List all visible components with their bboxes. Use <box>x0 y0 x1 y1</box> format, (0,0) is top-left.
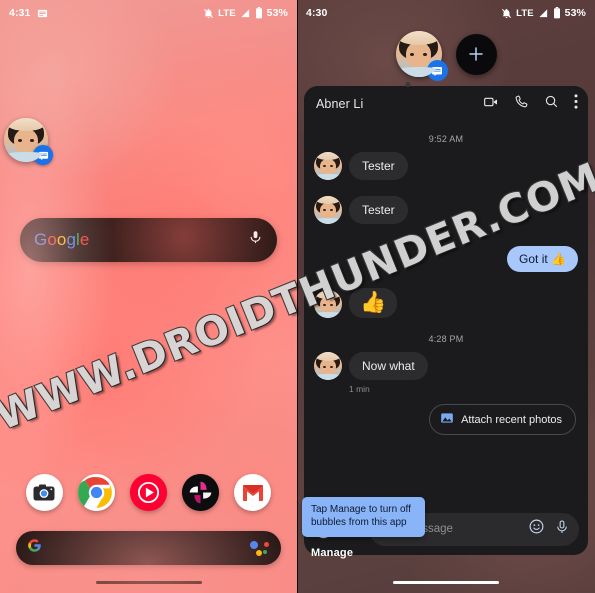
status-bar-right-right-group: LTE 53% <box>501 7 586 19</box>
contact-avatar[interactable] <box>395 31 442 77</box>
manage-button[interactable]: Manage <box>311 547 353 559</box>
floating-chat-bubble[interactable] <box>4 118 53 165</box>
suggestion-chip-label: Attach recent photos <box>461 413 562 426</box>
camera-app-icon[interactable] <box>25 474 63 511</box>
logo-g1: G <box>34 230 48 249</box>
message-bubble-outgoing[interactable]: Got it 👍 <box>507 246 578 272</box>
battery-level-right: 53% <box>564 7 586 19</box>
signal-icon <box>240 8 251 19</box>
message-bubble-incoming[interactable]: Tester <box>349 152 408 180</box>
message-row-4[interactable]: 👍 <box>314 288 578 319</box>
network-label-right: LTE <box>516 7 534 19</box>
active-bubble[interactable] <box>395 31 448 81</box>
status-bar-left-group: 4:31 <box>9 7 48 19</box>
home-screen-panel: 4:31 LTE 53% Google <box>0 0 297 593</box>
chat-header-actions <box>483 94 578 115</box>
avatar <box>314 196 342 224</box>
message-row-5[interactable]: Now what <box>314 352 578 381</box>
overflow-menu-icon[interactable] <box>574 94 578 114</box>
gmail-app-icon[interactable] <box>234 474 272 511</box>
chat-message-list[interactable]: 9:52 AM Tester Tester Got it 👍 👍 4:28 PM <box>304 122 588 509</box>
plus-icon <box>469 47 483 61</box>
message-status: 1 min <box>349 384 370 395</box>
signal-icon <box>538 8 549 19</box>
message-bubble-emoji[interactable]: 👍 <box>349 288 398 319</box>
message-row-2[interactable]: Tester <box>314 196 578 224</box>
status-bar-right-group: LTE 53% <box>203 7 288 19</box>
message-bubble-incoming[interactable]: Now what <box>349 352 428 381</box>
logo-o1: o <box>47 230 57 249</box>
message-row-3[interactable]: Got it 👍 <box>314 246 578 272</box>
photo-attach-icon <box>440 411 454 428</box>
google-search-widget[interactable]: Google <box>20 218 277 262</box>
suggestion-chip-attach-photos[interactable]: Attach recent photos <box>429 404 576 436</box>
bubbles-tooltip: Tap Manage to turn off bubbles from this… <box>302 497 425 537</box>
status-bar-left: 4:31 LTE 53% <box>0 0 297 26</box>
status-time: 4:31 <box>9 7 31 19</box>
status-bar-right: 4:30 LTE 53% <box>297 0 595 26</box>
panel-divider <box>297 0 298 593</box>
timestamp-divider-mid: 4:28 PM <box>428 334 464 345</box>
timestamp-divider-top: 9:52 AM <box>428 134 464 144</box>
logo-e: e <box>79 230 90 249</box>
youtube-music-app-icon[interactable] <box>129 474 167 511</box>
google-logo: Google <box>34 230 89 250</box>
phone-icon[interactable] <box>514 94 529 114</box>
avatar <box>314 152 342 180</box>
network-label: LTE <box>218 7 236 19</box>
message-bubble-incoming[interactable]: Tester <box>349 196 408 224</box>
screenshot-root: 4:31 LTE 53% Google 4:30 LTE 53% Abner L… <box>0 0 595 593</box>
chat-expanded-card: Abner Li 9:52 AM Tester Tester Got it 👍 … <box>304 86 588 555</box>
message-row-1[interactable]: Tester <box>314 152 578 180</box>
chrome-app-icon[interactable] <box>77 474 115 511</box>
bell-off-icon <box>501 8 512 19</box>
emoji-icon[interactable] <box>528 518 545 540</box>
home-gesture-pill-left[interactable] <box>95 581 202 584</box>
google-g-icon <box>27 538 42 558</box>
battery-level: 53% <box>266 7 288 19</box>
message-icon <box>37 8 48 19</box>
app-dock <box>0 474 297 511</box>
status-bar-right-left-group: 4:30 <box>306 7 327 19</box>
avatar <box>314 290 342 319</box>
bottom-search-bar[interactable] <box>16 531 281 565</box>
video-camera-icon[interactable] <box>483 94 499 115</box>
search-icon[interactable] <box>544 94 559 114</box>
add-bubble-button[interactable] <box>455 33 497 75</box>
photos-app-icon[interactable] <box>182 474 220 511</box>
logo-g2: g <box>66 230 77 249</box>
home-gesture-pill-right[interactable] <box>393 581 499 584</box>
bell-off-icon <box>203 8 214 19</box>
bubble-chat-panel: 4:30 LTE 53% Abner Li 9:52 AM Tester Tes… <box>297 0 595 593</box>
bubble-bar <box>297 25 595 83</box>
battery-icon <box>255 7 263 19</box>
suggestion-row: Attach recent photos <box>314 404 576 436</box>
contact-avatar[interactable] <box>4 118 48 162</box>
microphone-icon[interactable] <box>554 519 570 540</box>
microphone-icon[interactable] <box>248 230 263 250</box>
chat-contact-name: Abner Li <box>316 97 364 111</box>
chat-header: Abner Li <box>304 86 588 122</box>
battery-icon <box>553 7 561 19</box>
google-assistant-icon[interactable] <box>250 540 270 556</box>
avatar <box>314 352 342 381</box>
status-time-right: 4:30 <box>306 7 328 19</box>
